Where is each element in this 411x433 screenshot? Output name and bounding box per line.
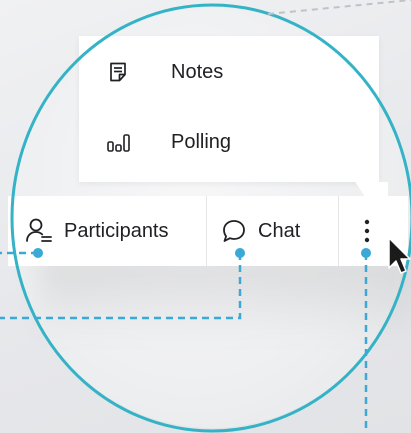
polling-icon bbox=[106, 130, 130, 154]
toolbar-divider bbox=[338, 196, 339, 266]
chat-button[interactable]: Chat bbox=[220, 196, 300, 266]
menu-item-label: Polling bbox=[171, 130, 232, 153]
more-options-button[interactable] bbox=[354, 196, 380, 266]
participants-icon bbox=[24, 216, 54, 246]
chat-icon bbox=[220, 217, 248, 245]
more-options-menu: Notes Polling bbox=[79, 36, 379, 182]
callout-line-top bbox=[267, 0, 411, 15]
toolbar-divider bbox=[206, 196, 207, 266]
participants-button[interactable]: Participants bbox=[24, 196, 169, 266]
participants-label: Participants bbox=[64, 219, 169, 242]
notes-icon bbox=[106, 60, 130, 84]
more-vertical-icon bbox=[363, 216, 371, 246]
menu-item-label: Notes bbox=[171, 60, 224, 83]
meeting-toolbar: Participants Chat bbox=[8, 196, 408, 266]
menu-item-notes[interactable]: Notes bbox=[79, 42, 379, 102]
menu-item-polling[interactable]: Polling bbox=[79, 112, 379, 172]
chat-label: Chat bbox=[258, 219, 301, 242]
